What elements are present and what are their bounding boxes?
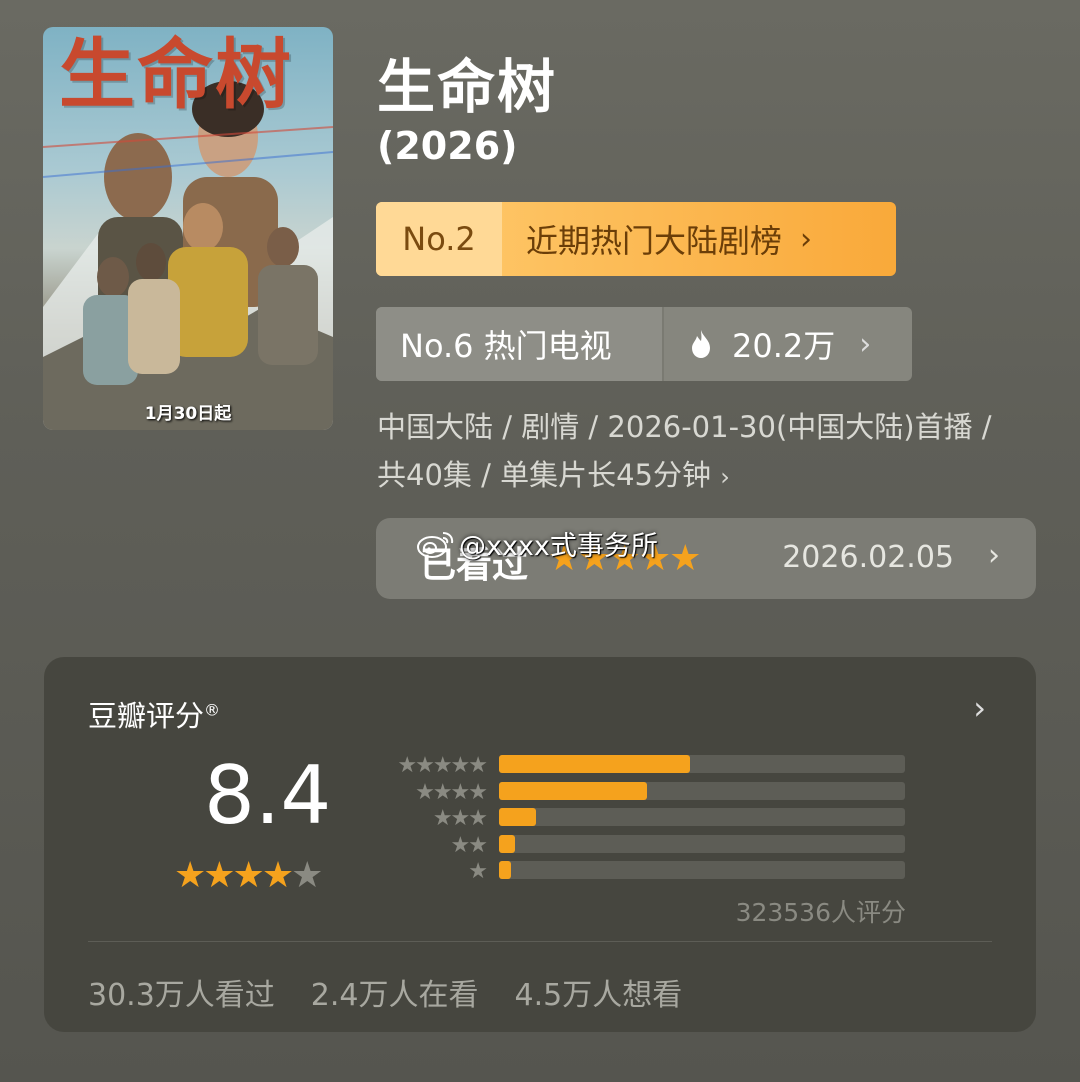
rank-list-label: 近期热门大陆剧榜 <box>526 222 783 260</box>
meta-line-2: 共40集 / 单集片长45分钟 › <box>377 451 1057 501</box>
rating-score: 8.4 <box>204 749 332 842</box>
distribution-stars-4: ★★★★ <box>415 779 488 805</box>
distribution-stars-2: ★★ <box>450 832 488 858</box>
rank-number: No.2 <box>376 202 502 276</box>
rating-card-title: 豆瓣评分® <box>88 693 220 735</box>
distribution-bar-track <box>499 834 905 853</box>
viewer-stats: 30.3万人看过 2.4万人在看 4.5万人想看 <box>88 970 682 1014</box>
watermark-text: @xxxx式事务所 <box>459 531 658 562</box>
distribution-stars-3: ★★★ <box>432 806 488 831</box>
rating-stars-empty: ★ <box>291 855 323 896</box>
registered-mark: ® <box>204 700 221 720</box>
poster-date: 1月30日起 <box>144 404 232 424</box>
poster-title-art: 生命树 <box>59 30 293 119</box>
distribution-bar-2 <box>499 834 516 853</box>
ranking-badge-hot-tv[interactable]: No.6 热门电视 20.2万 › <box>376 307 912 381</box>
chevron-right-icon[interactable]: › <box>973 689 986 727</box>
distribution-stars-5: ★★★★★ <box>397 753 488 778</box>
show-year: (2026) <box>377 124 518 168</box>
watermark: @xxxx式事务所 <box>415 524 658 563</box>
meta-line-2-text: 共40集 / 单集片长45分钟 <box>377 458 712 492</box>
distribution-bar-3 <box>499 808 536 826</box>
hot-tv-rank: No.6 热门电视 <box>376 307 662 381</box>
stat-want-to-watch[interactable]: 4.5万人想看 <box>515 970 683 1014</box>
chevron-right-icon: › <box>859 326 872 362</box>
rating-stars-filled: ★★★★ <box>174 855 294 896</box>
distribution-bar-track <box>499 808 905 826</box>
rating-stars: ★★★★★ <box>174 855 323 896</box>
divider <box>88 941 992 942</box>
distribution-stars-1: ★ <box>468 859 488 884</box>
stat-watched[interactable]: 30.3万人看过 <box>88 970 275 1014</box>
hot-index: 20.2万 › <box>662 307 912 381</box>
meta-line-1: 中国大陆 / 剧情 / 2026-01-30(中国大陆)首播 / <box>377 410 992 444</box>
rating-card-title-text: 豆瓣评分 <box>88 699 205 733</box>
douban-rating-card[interactable]: 豆瓣评分® › 8.4 ★★★★★ ★★★★★ ★★★★ ★★★ ★★ ★ 323536… <box>44 657 1036 1032</box>
distribution-bar-1 <box>499 861 512 879</box>
show-title: 生命树 <box>377 53 558 121</box>
weibo-icon <box>417 531 454 558</box>
distribution-bar-5 <box>499 755 690 773</box>
watched-date: 2026.02.05 <box>782 540 954 575</box>
flame-icon <box>692 330 710 358</box>
distribution-bar-track <box>499 755 905 773</box>
chevron-right-icon: › <box>720 463 730 491</box>
rating-count: 323536人评分 <box>735 898 906 927</box>
distribution-bar-track <box>499 781 905 800</box>
distribution-bar-4 <box>499 781 648 800</box>
chevron-right-icon: › <box>800 221 813 257</box>
hot-index-value: 20.2万 <box>732 327 836 365</box>
stat-watching[interactable]: 2.4万人在看 <box>311 970 479 1014</box>
poster-image[interactable]: 生命树 1月30日起 <box>43 27 333 430</box>
distribution-bar-track <box>499 861 905 879</box>
ranking-badge-mainland-drama[interactable]: No.2 近期热门大陆剧榜 › <box>376 202 896 276</box>
rank-list-name: 近期热门大陆剧榜 › <box>502 202 896 276</box>
show-meta[interactable]: 中国大陆 / 剧情 / 2026-01-30(中国大陆)首播 / 共40集 / … <box>377 403 1057 501</box>
